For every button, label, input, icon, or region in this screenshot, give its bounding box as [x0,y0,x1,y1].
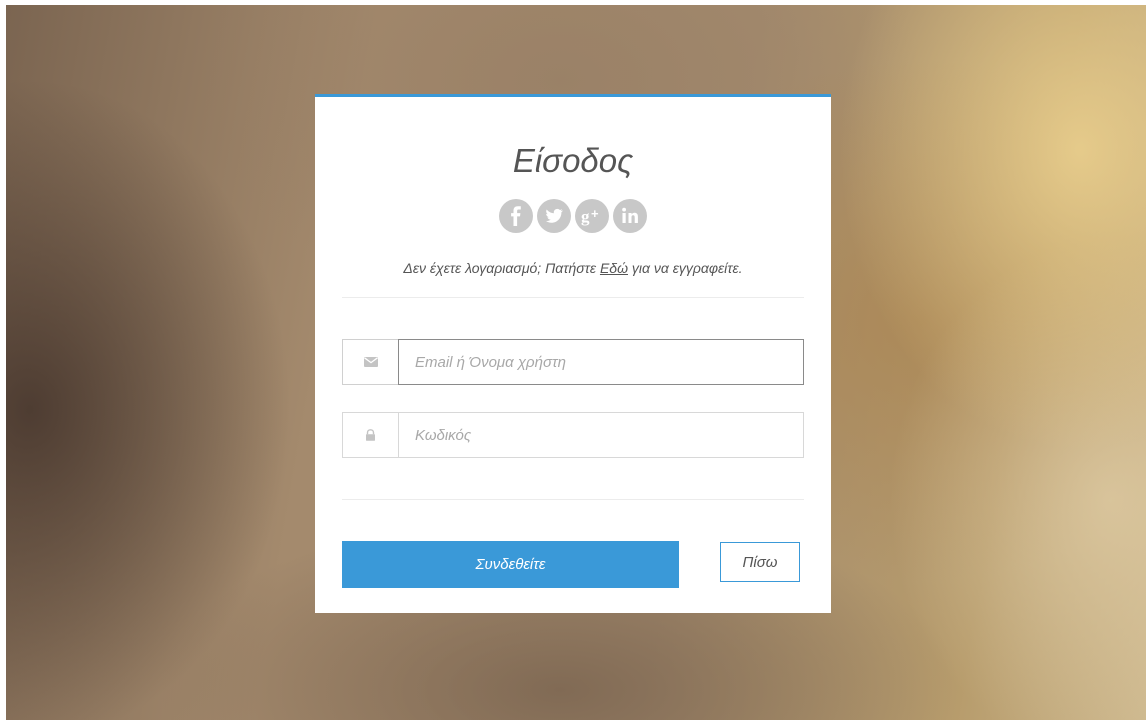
email-input-group [342,339,804,385]
signup-prefix: Δεν έχετε λογαριασμό; Πατήστε [403,260,600,276]
social-login-row: g + [315,199,831,233]
lock-icon [342,412,398,458]
login-button[interactable]: Συνδεθείτε [342,541,679,588]
twitter-icon[interactable] [537,199,571,233]
email-input[interactable] [398,339,804,385]
divider [342,499,804,500]
svg-text:g: g [581,207,590,226]
frame-left-border [0,0,6,720]
signup-link[interactable]: Εδώ [600,260,628,276]
facebook-icon[interactable] [499,199,533,233]
back-button[interactable]: Πίσω [720,542,800,582]
password-input[interactable] [398,412,804,458]
divider [342,297,804,298]
signup-prompt: Δεν έχετε λογαριασμό; Πατήστε Εδώ για να… [315,260,831,276]
signup-suffix: για να εγγραφείτε. [627,260,743,276]
login-title: Είσοδος [512,142,634,179]
login-card: Είσοδος g + Δεν έχετε λογαριασμό; Πατήστ… [315,94,831,613]
frame-top-border [0,0,1146,5]
password-input-group [342,412,804,458]
linkedin-icon[interactable] [613,199,647,233]
envelope-icon [342,339,398,385]
google-plus-icon[interactable]: g + [575,199,609,233]
svg-text:+: + [591,206,599,221]
